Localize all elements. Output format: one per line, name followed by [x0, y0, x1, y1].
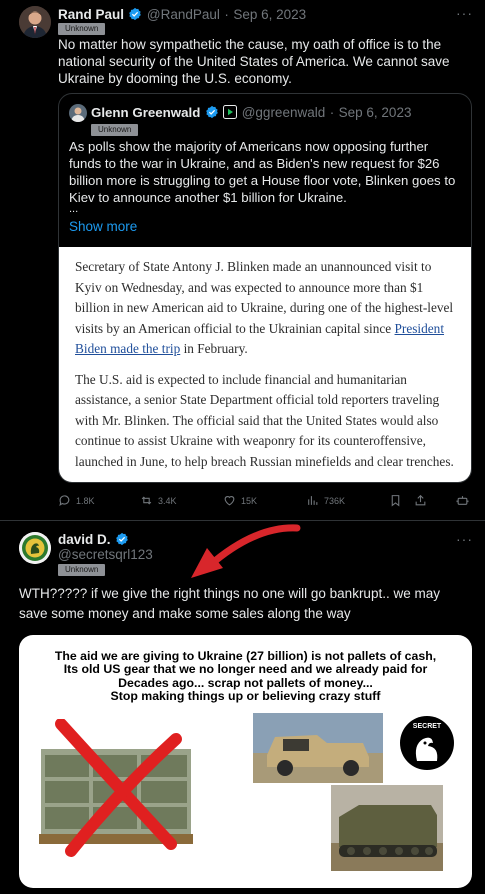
- tweet1-separator: ·: [224, 7, 229, 22]
- quote-handle: @ggreenwald: [241, 105, 326, 120]
- tweet1-handle[interactable]: @RandPaul: [147, 7, 220, 22]
- logo-text: SECRET: [413, 723, 442, 730]
- verified-badge-icon: [116, 532, 128, 546]
- quote-date: Sep 6, 2023: [338, 105, 412, 120]
- bookmark-icon: [391, 495, 400, 507]
- quote-display-name[interactable]: Glenn Greenwald: [91, 105, 200, 120]
- reply-button[interactable]: 1.8K: [58, 494, 95, 507]
- quote-separator: ·: [329, 105, 335, 120]
- tweet2-unknown-badge: Unknown: [58, 564, 106, 576]
- avatar-portrait-icon: [19, 6, 51, 38]
- tweet2-handle[interactable]: @secretsqrl123: [58, 547, 153, 562]
- tweet1-more-button[interactable]: ···: [456, 5, 473, 21]
- tweet2-display-name[interactable]: david D.: [58, 532, 111, 547]
- reply-count: 1.8K: [76, 495, 95, 506]
- article-p1-after: in February.: [180, 341, 248, 356]
- bar-chart-icon: [308, 496, 318, 505]
- article-paragraph-2: The U.S. aid is expected to include fina…: [75, 371, 454, 469]
- tweet1-header: Rand Paul @RandPaul · Sep 6, 2023: [58, 6, 306, 24]
- rand-paul-avatar[interactable]: [19, 6, 51, 38]
- reply-icon: [59, 495, 70, 506]
- robot-icon: [456, 496, 469, 505]
- meme-line-3: Decades ago... scrap not pallets of mone…: [118, 675, 373, 690]
- tweet1-display-name[interactable]: Rand Paul: [58, 7, 124, 22]
- affiliate-play-icon: [223, 105, 238, 119]
- tweet-divider: [0, 520, 485, 521]
- views-button[interactable]: 736K: [306, 494, 345, 507]
- glenn-greenwald-avatar: [69, 104, 87, 122]
- repost-icon: [141, 496, 152, 505]
- humvee-photo: [253, 713, 383, 783]
- view-count: 736K: [324, 495, 346, 506]
- tweet2-more-button[interactable]: ···: [456, 531, 473, 547]
- avatar-portrait-icon: [69, 104, 87, 122]
- tweet1-date[interactable]: Sep 6, 2023: [233, 7, 306, 22]
- meme-image[interactable]: The aid we are giving to Ukraine (27 bil…: [19, 635, 472, 888]
- secret-squirrel-logo: SECRET: [400, 716, 454, 770]
- quote-ellipsis: ...: [69, 203, 79, 215]
- armored-vehicle-photo: [331, 785, 443, 871]
- article-screenshot: Secretary of State Antony J. Blinken mad…: [59, 247, 471, 482]
- share-button[interactable]: [414, 494, 427, 507]
- verified-badge-icon: [205, 105, 218, 119]
- like-count: 15K: [241, 495, 258, 506]
- meme-line-4: Stop making things up or believing crazy…: [110, 688, 381, 703]
- show-more-link[interactable]: Show more: [69, 219, 137, 234]
- repost-button[interactable]: 3.4K: [140, 494, 177, 507]
- cash-pallet-crossed-icon: [39, 719, 193, 857]
- squirrel-seal-icon: [19, 532, 51, 564]
- tweet1-unknown-badge: Unknown: [58, 23, 106, 35]
- quote-header: Glenn Greenwald @ggreenwald · Sep 6, 202…: [91, 104, 411, 122]
- grok-button[interactable]: [456, 494, 469, 507]
- quote-text: As polls show the majority of Americans …: [69, 139, 456, 205]
- bookmark-button[interactable]: [389, 494, 402, 507]
- david-d-avatar[interactable]: [19, 532, 51, 564]
- share-icon: [415, 494, 426, 506]
- red-arrow-icon: [191, 524, 301, 578]
- repost-count: 3.4K: [158, 495, 177, 506]
- quoted-tweet-card[interactable]: Glenn Greenwald @ggreenwald · Sep 6, 202…: [58, 93, 472, 483]
- quote-unknown-badge: Unknown: [91, 124, 139, 136]
- heart-icon: [224, 496, 235, 506]
- meme-caption: The aid we are giving to Ukraine (27 bil…: [19, 649, 472, 703]
- article-paragraph-1: Secretary of State Antony J. Blinken mad…: [75, 257, 457, 360]
- tweet1-text: No matter how sympathetic the cause, my …: [58, 37, 450, 86]
- like-button[interactable]: 15K: [223, 494, 257, 507]
- meme-line-2: Its old US gear that we no longer need a…: [63, 662, 428, 677]
- verified-badge-icon: [129, 7, 142, 21]
- meme-line-1: The aid we are giving to Ukraine (27 bil…: [54, 649, 437, 663]
- tweet2-text: WTH????? if we give the right things no …: [19, 586, 440, 621]
